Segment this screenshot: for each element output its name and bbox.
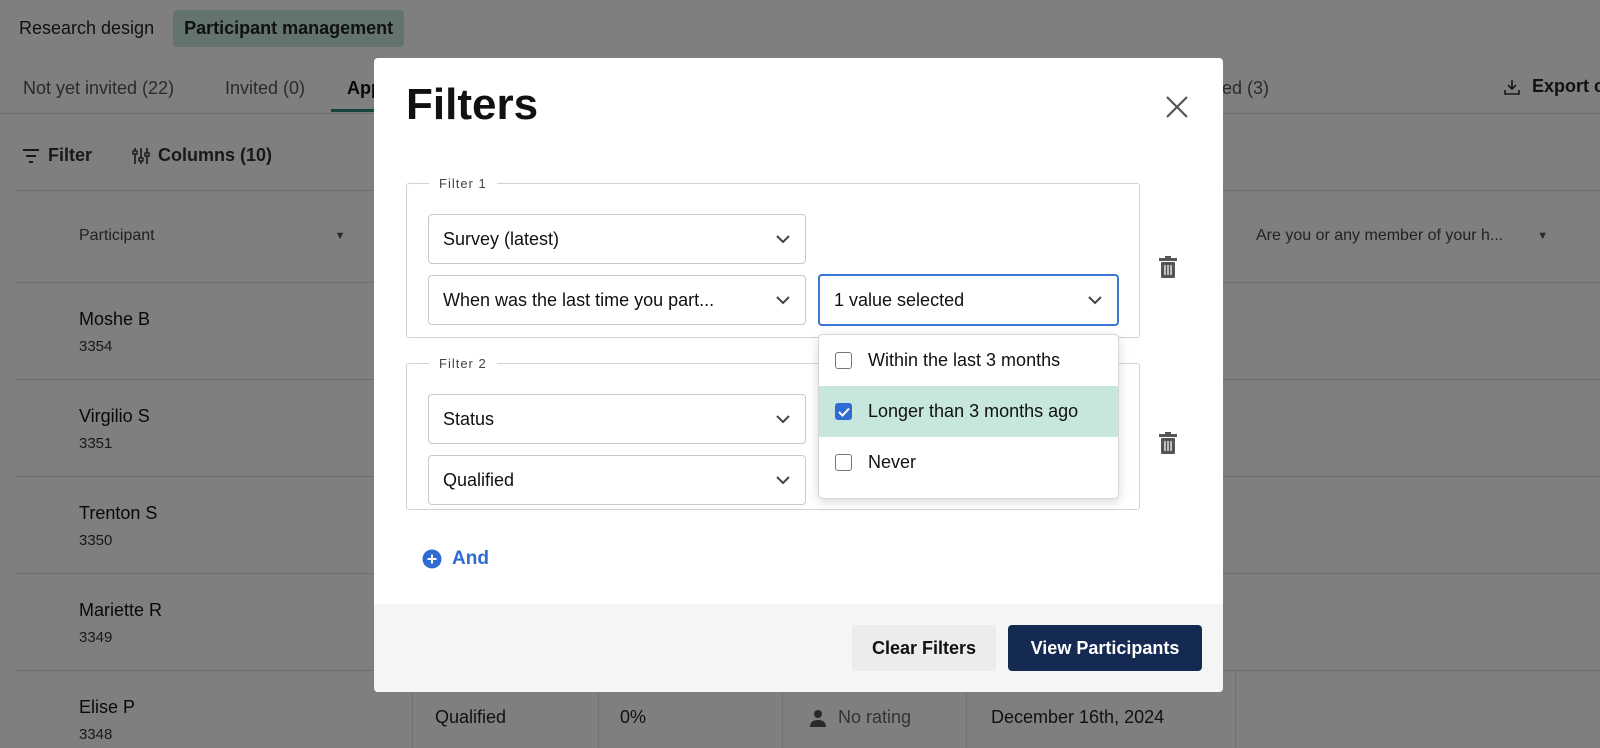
filter-1-question-select[interactable]: When was the last time you part... [428, 275, 806, 325]
filter-2-value-select[interactable]: Qualified [428, 455, 806, 505]
option-within-last-3-months[interactable]: Within the last 3 months [819, 335, 1118, 386]
filter-1-value-select[interactable]: 1 value selected [818, 274, 1119, 326]
chevron-down-icon [776, 476, 790, 485]
select-value: When was the last time you part... [443, 289, 715, 310]
option-never[interactable]: Never [819, 437, 1118, 488]
delete-filter-1-icon[interactable] [1158, 256, 1178, 278]
select-value: Survey (latest) [443, 228, 560, 249]
chevron-down-icon [1088, 296, 1102, 305]
checkbox[interactable] [835, 352, 852, 369]
modal-footer: Clear Filters View Participants [374, 604, 1223, 692]
option-label: Within the last 3 months [868, 350, 1061, 370]
chevron-down-icon [776, 296, 790, 305]
and-label: And [452, 548, 489, 569]
clear-filters-button[interactable]: Clear Filters [852, 625, 996, 671]
modal-title: Filters [406, 80, 539, 129]
check-icon [837, 407, 850, 417]
checkbox[interactable] [835, 454, 852, 471]
filter-2-legend: Filter 2 [439, 356, 487, 371]
close-icon[interactable] [1164, 94, 1190, 120]
plus-circle-icon [422, 549, 442, 569]
delete-filter-2-icon[interactable] [1158, 432, 1178, 454]
select-value: Qualified [443, 469, 515, 490]
filter-1-source-select[interactable]: Survey (latest) [428, 214, 806, 264]
view-participants-button[interactable]: View Participants [1008, 625, 1202, 671]
add-and-filter-button[interactable]: And [422, 548, 489, 570]
option-label: Longer than 3 months ago [868, 401, 1079, 421]
filter-1-legend: Filter 1 [439, 176, 487, 191]
option-label: Never [868, 452, 917, 472]
option-longer-than-3-months[interactable]: Longer than 3 months ago [819, 386, 1118, 437]
select-value: Status [443, 408, 495, 429]
select-value: 1 value selected [834, 289, 965, 310]
value-options-dropdown: Within the last 3 months Longer than 3 m… [818, 334, 1119, 499]
chevron-down-icon [776, 235, 790, 244]
chevron-down-icon [776, 415, 790, 424]
checkbox-checked[interactable] [835, 403, 852, 420]
filter-2-field-select[interactable]: Status [428, 394, 806, 444]
